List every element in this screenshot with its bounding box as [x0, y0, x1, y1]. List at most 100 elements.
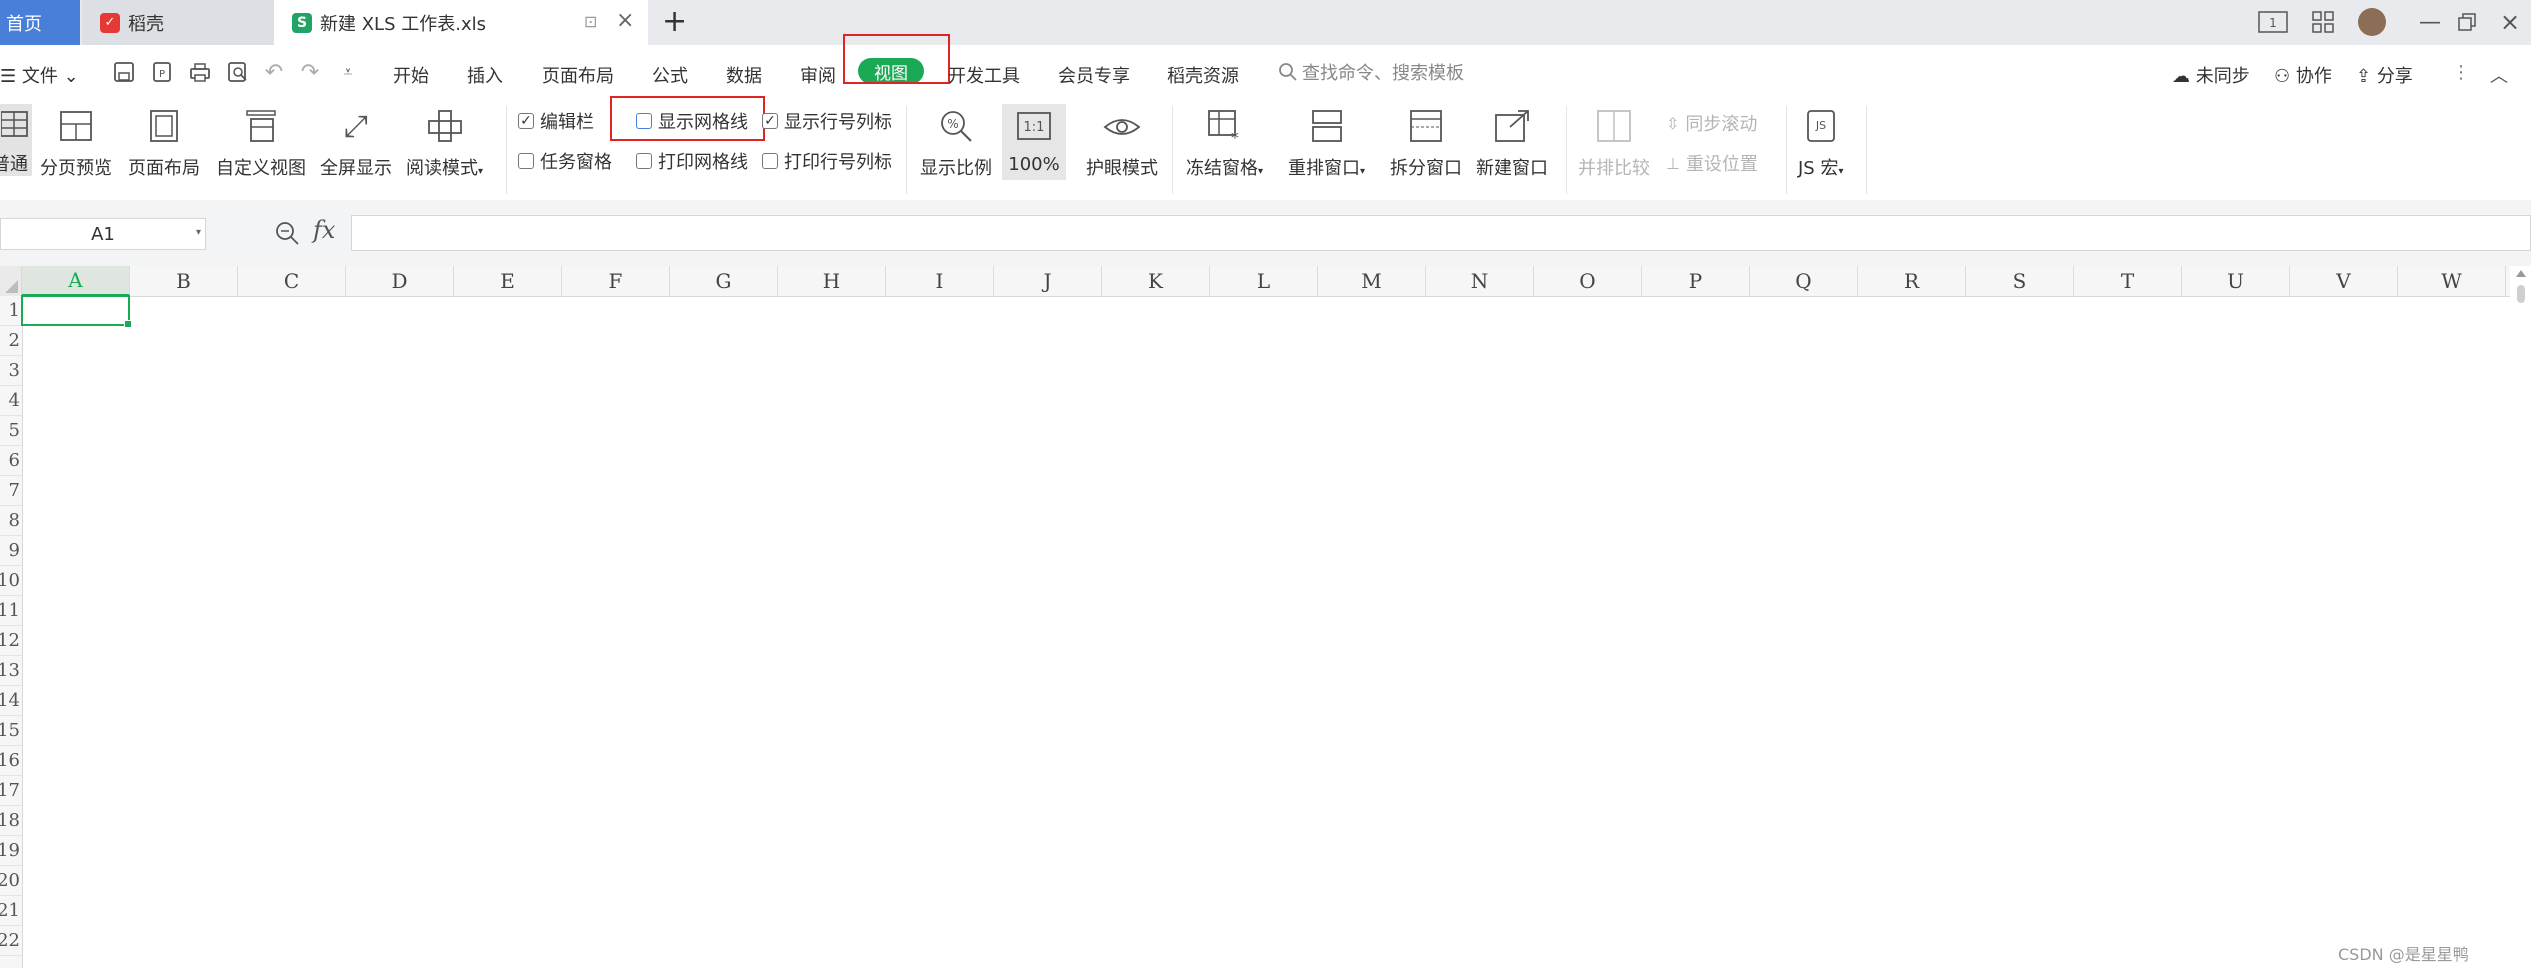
print-icon[interactable] [186, 58, 214, 86]
scroll-thumb[interactable] [2516, 285, 2525, 303]
row-header-6[interactable]: 6 [0, 446, 22, 476]
row-header-12[interactable]: 12 [0, 626, 22, 656]
row-header-16[interactable]: 16 [0, 746, 22, 776]
column-header-k[interactable]: K [1102, 266, 1210, 296]
column-header-w[interactable]: W [2398, 266, 2506, 296]
fullscreen-button[interactable]: ⤢ 全屏显示 [320, 106, 392, 180]
print-preview-icon[interactable] [224, 58, 252, 86]
column-header-g[interactable]: G [670, 266, 778, 296]
arrange-dropdown-icon[interactable]: ▾ [1360, 166, 1365, 177]
check-print-headings-box[interactable] [762, 153, 778, 169]
layout-icon[interactable]: 1 [2258, 8, 2288, 36]
column-header-o[interactable]: O [1534, 266, 1642, 296]
row-header-7[interactable]: 7 [0, 476, 22, 506]
js-macro-dropdown-icon[interactable]: ▾ [1838, 166, 1843, 177]
row-header-3[interactable]: 3 [0, 356, 22, 386]
zoom-search-icon[interactable] [274, 220, 300, 251]
tab-daoke-resources[interactable]: 稻壳资源 [1167, 62, 1239, 88]
column-header-j[interactable]: J [994, 266, 1102, 296]
column-header-n[interactable]: N [1426, 266, 1534, 296]
row-header-17[interactable]: 17 [0, 776, 22, 806]
name-box[interactable]: A1 ▾ [0, 218, 206, 250]
row-header-2[interactable]: 2 [0, 326, 22, 356]
column-header-h[interactable]: H [778, 266, 886, 296]
restore-icon[interactable] [2452, 8, 2482, 36]
page-break-preview-button[interactable]: 分页预览 [40, 106, 112, 180]
reading-mode-dropdown-icon[interactable]: ▾ [478, 166, 483, 177]
column-header-l[interactable]: L [1210, 266, 1318, 296]
check-print-gridlines[interactable]: 打印网格线 [636, 148, 748, 174]
tab-daoke[interactable]: ✓ 稻壳 [82, 0, 274, 45]
freeze-dropdown-icon[interactable]: ▾ [1258, 166, 1263, 177]
column-header-t[interactable]: T [2074, 266, 2182, 296]
sync-scroll-button[interactable]: ⇳ 同步滚动 [1666, 110, 1757, 136]
split-window-button[interactable]: 拆分窗口 [1390, 106, 1462, 180]
tab-review[interactable]: 审阅 [800, 62, 836, 88]
column-header-q[interactable]: Q [1750, 266, 1858, 296]
fx-icon[interactable]: fx [313, 216, 335, 244]
check-formula-bar-box[interactable]: ✓ [518, 113, 534, 129]
collab-button[interactable]: ⚇ 协作 [2274, 62, 2332, 88]
formula-input[interactable] [351, 215, 2531, 251]
close-tab-icon[interactable]: × [616, 8, 634, 33]
column-header-s[interactable]: S [1966, 266, 2074, 296]
column-header-u[interactable]: U [2182, 266, 2290, 296]
apps-grid-icon[interactable] [2308, 8, 2338, 36]
js-macro-button[interactable]: JS JS 宏▾ [1798, 106, 1844, 180]
normal-view-button[interactable]: 普通 [0, 104, 32, 176]
reset-position-button[interactable]: ⊥ 重设位置 [1666, 150, 1758, 176]
check-print-gridlines-box[interactable] [636, 153, 652, 169]
vertical-scrollbar[interactable] [2510, 266, 2531, 968]
row-header-20[interactable]: 20 [0, 866, 22, 896]
sync-button[interactable]: ☁ 未同步 [2172, 62, 2250, 88]
fill-handle[interactable] [124, 320, 132, 328]
check-show-headings[interactable]: ✓ 显示行号列标 [762, 108, 892, 134]
column-header-m[interactable]: M [1318, 266, 1426, 296]
row-header-8[interactable]: 8 [0, 506, 22, 536]
scroll-up-icon[interactable] [2515, 270, 2526, 277]
new-tab-icon[interactable]: + [662, 4, 687, 39]
avatar[interactable] [2358, 8, 2386, 36]
row-header-5[interactable]: 5 [0, 416, 22, 446]
active-cell[interactable] [21, 295, 132, 328]
tab-data[interactable]: 数据 [726, 62, 762, 88]
zoom-100-button[interactable]: 1:1 100% [1002, 104, 1066, 180]
custom-view-button[interactable]: 自定义视图 [216, 106, 306, 180]
tab-page-layout[interactable]: 页面布局 [542, 62, 614, 88]
arrange-windows-button[interactable]: 重排窗口▾ [1288, 106, 1365, 180]
eye-mode-button[interactable]: 护眼模式 [1086, 106, 1158, 180]
side-by-side-button[interactable]: 并排比较 [1578, 106, 1650, 180]
reading-mode-button[interactable]: 阅读模式▾ [406, 106, 483, 180]
save-icon[interactable] [110, 58, 138, 86]
row-header-19[interactable]: 19 [0, 836, 22, 866]
tab-member[interactable]: 会员专享 [1058, 62, 1130, 88]
command-search[interactable]: 查找命令、搜索模板 [1278, 59, 1464, 85]
close-window-icon[interactable]: × [2495, 8, 2525, 36]
row-header-21[interactable]: 21 [0, 896, 22, 926]
new-window-button[interactable]: 新建窗口 [1476, 106, 1548, 180]
freeze-panes-button[interactable]: * 冻结窗格▾ [1186, 106, 1263, 180]
tab-home[interactable]: 首页 [0, 0, 80, 45]
row-header-11[interactable]: 11 [0, 596, 22, 626]
column-header-d[interactable]: D [346, 266, 454, 296]
column-header-r[interactable]: R [1858, 266, 1966, 296]
more-quick-icon[interactable]: ⩡ [334, 58, 362, 86]
collapse-ribbon-icon[interactable]: ︿ [2490, 62, 2508, 88]
tab-file[interactable]: S 新建 XLS 工作表.xls ⊡ × [274, 0, 648, 45]
select-all-corner[interactable] [0, 266, 22, 296]
tab-start[interactable]: 开始 [393, 62, 429, 88]
row-header-10[interactable]: 10 [0, 566, 22, 596]
pin-icon[interactable]: ⊡ [584, 12, 597, 31]
tab-developer[interactable]: 开发工具 [948, 62, 1020, 88]
row-header-9[interactable]: 9 [0, 536, 22, 566]
redo-icon[interactable]: ↷ [296, 58, 324, 86]
tab-formula[interactable]: 公式 [652, 62, 688, 88]
check-task-pane[interactable]: 任务窗格 [518, 148, 612, 174]
check-show-headings-box[interactable]: ✓ [762, 113, 778, 129]
more-options-icon[interactable]: ⋮ [2452, 62, 2470, 83]
row-header-13[interactable]: 13 [0, 656, 22, 686]
column-header-e[interactable]: E [454, 266, 562, 296]
row-header-1[interactable]: 1 [0, 296, 22, 326]
name-box-dropdown-icon[interactable]: ▾ [196, 227, 201, 238]
minimize-icon[interactable]: — [2415, 8, 2445, 36]
